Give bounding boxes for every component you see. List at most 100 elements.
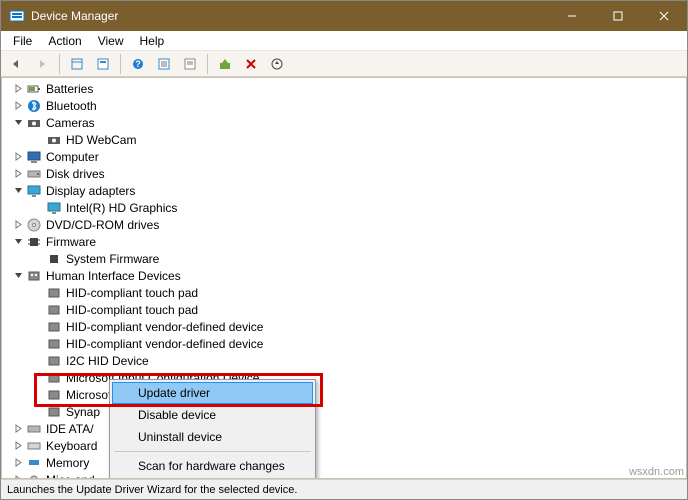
tree-node-keyboards[interactable]: Keyboard: [4, 437, 686, 454]
tree-node-intel-hd[interactable]: Intel(R) HD Graphics: [4, 199, 686, 216]
tree-node-computer[interactable]: Computer: [4, 148, 686, 165]
chevron-right-icon[interactable]: [12, 168, 24, 180]
tree-label: Bluetooth: [46, 99, 97, 113]
tree-node-hd-webcam[interactable]: HD WebCam: [4, 131, 686, 148]
tree-node-system-firmware[interactable]: System Firmware: [4, 250, 686, 267]
chip-icon: [46, 251, 62, 267]
chevron-right-icon[interactable]: [12, 100, 24, 112]
chevron-right-icon[interactable]: [12, 457, 24, 469]
chevron-down-icon[interactable]: [12, 117, 24, 129]
disk-icon: [26, 166, 42, 182]
tree-node-ide-ata[interactable]: IDE ATA/: [4, 420, 686, 437]
bluetooth-icon: [26, 98, 42, 114]
toolbar-separator: [207, 54, 208, 74]
chevron-right-icon[interactable]: [12, 219, 24, 231]
device-tree: Batteries Bluetooth Cameras HD WebCam Co…: [2, 78, 686, 479]
tree-node-firmware[interactable]: Firmware: [4, 233, 686, 250]
tree-node-hid-touchpad[interactable]: HID-compliant touch pad: [4, 284, 686, 301]
menu-action[interactable]: Action: [40, 32, 89, 50]
context-menu-scan-hardware[interactable]: Scan for hardware changes: [112, 455, 313, 477]
menu-file[interactable]: File: [5, 32, 40, 50]
storage-icon: [26, 421, 42, 437]
chevron-right-icon[interactable]: [12, 83, 24, 95]
tree-node-cameras[interactable]: Cameras: [4, 114, 686, 131]
maximize-button[interactable]: [595, 1, 641, 31]
toolbar-list-button[interactable]: [179, 53, 201, 75]
tree-node-ms-input[interactable]: Microsoft Input Configuration Device: [4, 369, 686, 386]
context-menu-separator: [114, 451, 311, 452]
display-icon: [46, 200, 62, 216]
toolbar-help-button[interactable]: ?: [127, 53, 149, 75]
tree-node-disk-drives[interactable]: Disk drives: [4, 165, 686, 182]
hid-icon: [46, 336, 62, 352]
hid-icon: [46, 404, 62, 420]
toolbar-prop2-button[interactable]: [153, 53, 175, 75]
hid-icon: [46, 353, 62, 369]
tree-label: Firmware: [46, 235, 96, 249]
toolbar-separator: [59, 54, 60, 74]
tree-node-bluetooth[interactable]: Bluetooth: [4, 97, 686, 114]
toolbar-forward-button[interactable]: [31, 53, 53, 75]
context-menu-disable-device[interactable]: Disable device: [112, 404, 313, 426]
toolbar-update-driver-button[interactable]: [214, 53, 236, 75]
window-title: Device Manager: [31, 9, 549, 23]
minimize-button[interactable]: [549, 1, 595, 31]
chevron-down-icon[interactable]: [12, 185, 24, 197]
tree-label: HID-compliant touch pad: [66, 303, 198, 317]
tree-node-ms-input[interactable]: Microsoft Input Configuration Device: [4, 386, 686, 403]
chip-icon: [26, 234, 42, 250]
chevron-right-icon[interactable]: [12, 474, 24, 480]
tree-node-hid-vendor[interactable]: HID-compliant vendor-defined device: [4, 335, 686, 352]
tree-node-mice[interactable]: Mice and: [4, 471, 686, 479]
context-menu-uninstall-device[interactable]: Uninstall device: [112, 426, 313, 448]
tree-label: Computer: [46, 150, 99, 164]
hid-icon: [46, 302, 62, 318]
tree-node-hid[interactable]: Human Interface Devices: [4, 267, 686, 284]
chevron-down-icon[interactable]: [12, 270, 24, 282]
tree-label: Batteries: [46, 82, 93, 96]
tree-node-memory[interactable]: Memory: [4, 454, 686, 471]
tree-label: DVD/CD-ROM drives: [46, 218, 159, 232]
close-button[interactable]: [641, 1, 687, 31]
chevron-right-icon[interactable]: [12, 151, 24, 163]
device-tree-panel[interactable]: Batteries Bluetooth Cameras HD WebCam Co…: [1, 77, 687, 479]
chip-icon: [26, 455, 42, 471]
camera-icon: [46, 132, 62, 148]
mouse-icon: [26, 472, 42, 480]
tree-node-dvd[interactable]: DVD/CD-ROM drives: [4, 216, 686, 233]
toolbar: ?: [1, 51, 687, 77]
tree-label: HID-compliant vendor-defined device: [66, 320, 263, 334]
tree-node-display-adapters[interactable]: Display adapters: [4, 182, 686, 199]
battery-icon: [26, 81, 42, 97]
toolbar-properties-button[interactable]: [92, 53, 114, 75]
toolbar-show-hide-button[interactable]: [66, 53, 88, 75]
app-icon: [9, 8, 25, 24]
chevron-right-icon[interactable]: [12, 423, 24, 435]
tree-label: Synap: [66, 405, 100, 419]
tree-label: HID-compliant touch pad: [66, 286, 198, 300]
hid-icon: [46, 370, 62, 386]
menu-help[interactable]: Help: [132, 32, 173, 50]
tree-node-i2c-hid[interactable]: I2C HID Device: [4, 352, 686, 369]
status-text: Launches the Update Driver Wizard for th…: [7, 484, 297, 496]
toolbar-scan-hardware-button[interactable]: [266, 53, 288, 75]
tree-node-batteries[interactable]: Batteries: [4, 80, 686, 97]
statusbar: Launches the Update Driver Wizard for th…: [1, 479, 687, 499]
tree-label: Disk drives: [46, 167, 105, 181]
svg-text:?: ?: [135, 59, 141, 69]
context-menu-update-driver[interactable]: Update driver: [112, 382, 313, 404]
chevron-right-icon[interactable]: [12, 440, 24, 452]
toolbar-back-button[interactable]: [5, 53, 27, 75]
tree-node-hid-touchpad[interactable]: HID-compliant touch pad: [4, 301, 686, 318]
tree-label: Human Interface Devices: [46, 269, 181, 283]
toolbar-separator: [120, 54, 121, 74]
chevron-down-icon[interactable]: [12, 236, 24, 248]
tree-node-hid-vendor[interactable]: HID-compliant vendor-defined device: [4, 318, 686, 335]
menu-view[interactable]: View: [90, 32, 132, 50]
toolbar-uninstall-button[interactable]: [240, 53, 262, 75]
hid-icon: [46, 387, 62, 403]
tree-label: Display adapters: [46, 184, 135, 198]
watermark: wsxdn.com: [629, 466, 684, 478]
menubar: File Action View Help: [1, 31, 687, 51]
tree-node-synaptics[interactable]: Synap: [4, 403, 686, 420]
